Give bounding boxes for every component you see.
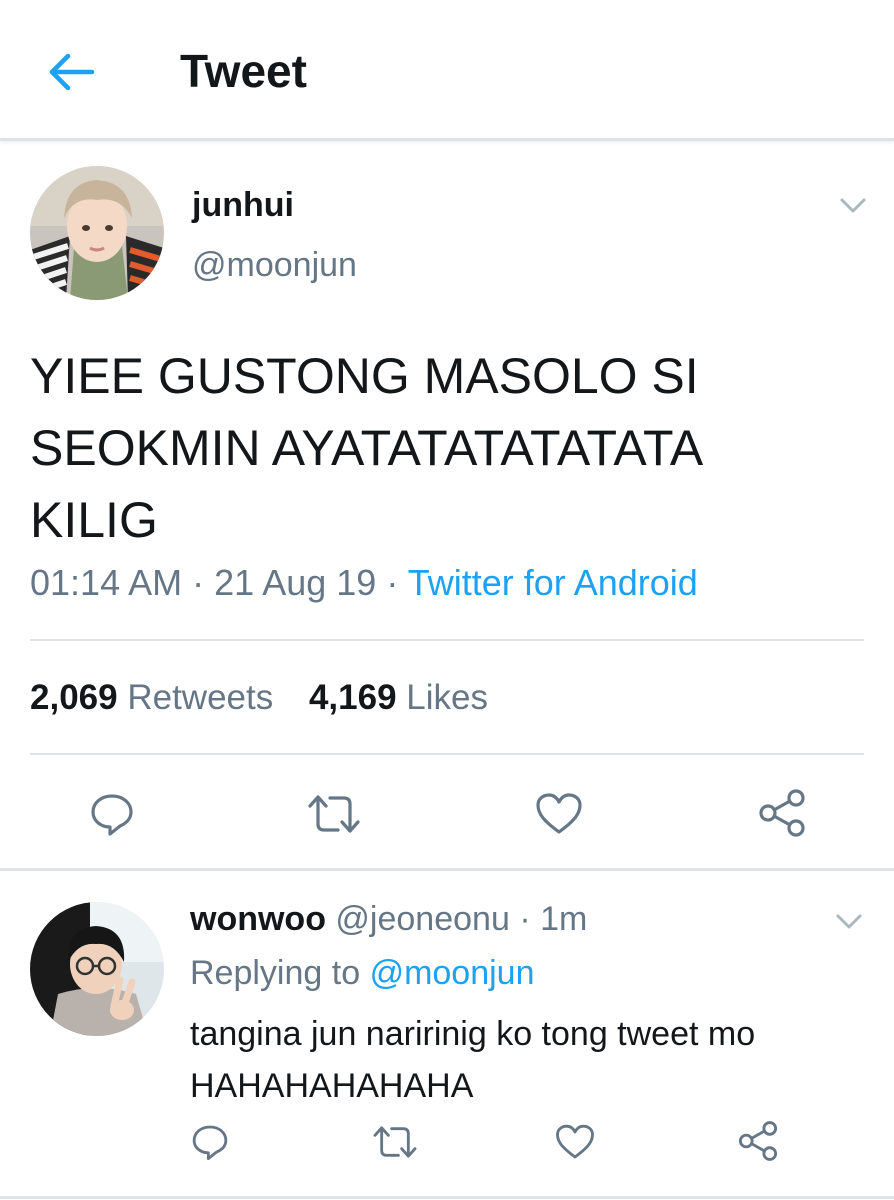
author-name[interactable]: junhui [192,186,294,225]
tweet-meta: 01:14 AM · 21 Aug 19 · Twitter for Andro… [30,562,698,604]
likes-stat[interactable]: 4,169 Likes [309,678,488,717]
reply-menu-button[interactable] [834,912,864,932]
reply-header: wonwoo @jeoneonu · 1m [190,900,587,939]
likes-label: Likes [406,678,489,717]
arrow-left-icon [49,53,95,91]
divider [30,753,864,755]
retweets-label: Retweets [127,678,274,717]
tweet-text: YIEE GUSTONG MASOLO SI SEOKMIN AYATATATA… [30,348,704,548]
meta-separator: · [192,562,205,603]
retweet-icon [373,1126,417,1158]
replying-to: Replying to @moonjun [190,954,535,993]
like-button[interactable] [534,790,584,843]
divider [0,1196,894,1199]
author-avatar[interactable] [30,166,164,300]
tweet-source-link[interactable]: Twitter for Android [408,562,698,603]
divider [30,639,864,641]
retweets-count: 2,069 [30,678,118,717]
reply-text: tangina jun naririnig ko tong tweet mo H… [190,1015,756,1105]
meta-separator: · [386,562,399,603]
reply-age: 1m [540,900,588,938]
page-title: Tweet [180,45,307,97]
author-handle[interactable]: @moonjun [192,246,357,285]
tweet-stats: 2,069 Retweets 4,169 Likes [30,678,514,718]
likes-count: 4,169 [308,678,397,717]
reply-icon [192,1125,228,1161]
reply-reply-button[interactable] [190,1122,230,1167]
reply-icon [91,794,133,836]
replying-mention-link[interactable]: @moonjun [370,954,535,992]
meta-separator: · [519,900,531,938]
top-bar: Tweet [0,0,894,141]
reply-author-name[interactable]: wonwoo [190,900,326,938]
tweet-date: 21 Aug 19 [214,562,377,603]
like-icon [556,1124,594,1159]
chevron-down-icon [836,914,862,929]
reply-author-handle[interactable]: @jeoneonu [335,900,509,938]
tweet-menu-button[interactable] [838,196,868,216]
share-button[interactable] [756,788,808,843]
tweet-time: 01:14 AM [30,562,183,603]
replying-prefix: Replying to [190,954,361,992]
reply-share-button[interactable] [736,1120,780,1167]
like-icon [536,793,582,834]
reply-retweet-button[interactable] [370,1122,420,1167]
reply-author-avatar[interactable] [30,902,164,1036]
reply-button[interactable] [88,790,136,843]
section-divider [0,868,894,871]
share-icon [759,789,805,837]
retweet-button[interactable] [304,790,364,843]
retweet-icon [308,795,360,833]
retweets-stat[interactable]: 2,069 Retweets [30,678,273,717]
reply-like-button[interactable] [554,1122,596,1167]
chevron-down-icon [840,198,866,213]
share-icon [738,1121,778,1161]
back-button[interactable] [44,50,96,94]
